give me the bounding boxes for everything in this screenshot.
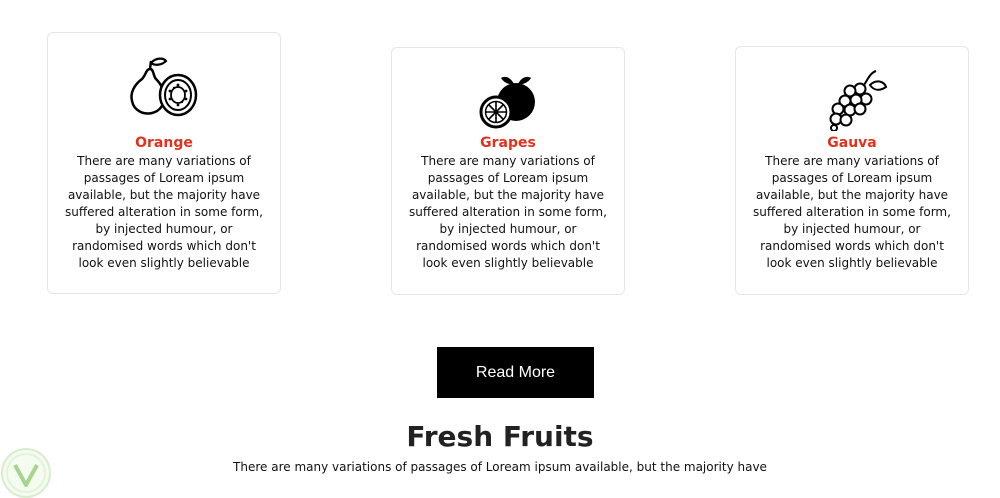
- card-description: There are many variations of passages of…: [65, 154, 263, 270]
- grapes-icon: [812, 69, 892, 132]
- card-title: Gauva: [827, 135, 877, 151]
- fruit-card-grapes: Grapes There are many variations of pass…: [391, 47, 625, 295]
- leaf-logo-icon[interactable]: [0, 447, 52, 498]
- card-title: Grapes: [480, 135, 536, 151]
- page: Orange There are many variations of pass…: [0, 0, 1000, 498]
- fruit-card-gauva: Gauva There are many variations of passa…: [735, 46, 969, 295]
- read-more-button[interactable]: Read More: [437, 347, 594, 398]
- card-description: There are many variations of passages of…: [409, 154, 607, 270]
- section-subtitle: There are many variations of passages of…: [233, 460, 767, 474]
- guava-icon: [124, 55, 204, 117]
- orange-icon: [468, 70, 548, 132]
- section-title: Fresh Fruits: [406, 420, 594, 453]
- card-description: There are many variations of passages of…: [753, 154, 951, 270]
- card-title: Orange: [135, 135, 193, 151]
- fruit-card-orange: Orange There are many variations of pass…: [47, 32, 281, 294]
